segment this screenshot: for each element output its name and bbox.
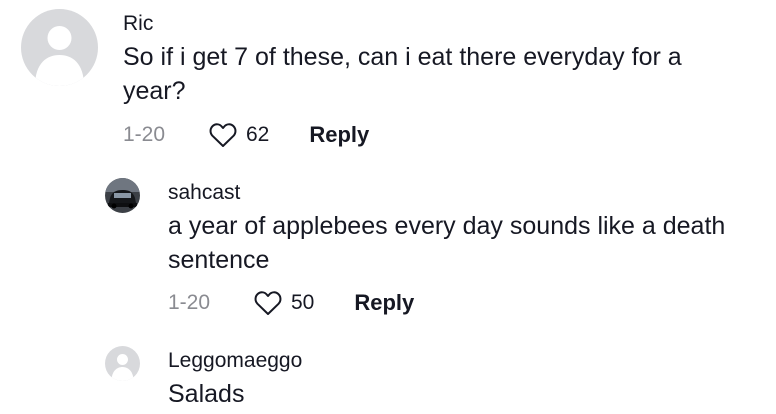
like-count: 50 [291,291,315,314]
comment-meta: 1-20 50 Reply [168,288,414,318]
comment-username[interactable]: Leggomaeggo [168,349,302,373]
default-avatar-icon [21,9,98,86]
like-button[interactable]: 50 [254,290,314,316]
avatar[interactable] [105,178,140,213]
like-button[interactable]: 62 [209,122,269,148]
comment-text: a year of applebees every day sounds lik… [168,212,726,274]
heart-icon [254,291,282,315]
comment-text: So if i get 7 of these, can i eat there … [123,43,682,105]
car-photo-avatar [105,178,140,213]
comment-date: 1-20 [168,291,211,314]
comment-username[interactable]: sahcast [168,181,240,205]
default-avatar-icon [105,346,140,381]
reply-button[interactable]: Reply [309,122,369,148]
comment-text: Salads [168,380,245,408]
avatar[interactable] [105,346,140,381]
heart-icon [209,123,237,147]
like-count: 62 [246,123,270,146]
comment-username[interactable]: Ric [123,12,153,36]
comment-date: 1-20 [123,123,166,146]
comment-meta: 1-20 62 Reply [123,120,369,150]
avatar[interactable] [21,9,98,86]
reply-button[interactable]: Reply [354,290,414,316]
